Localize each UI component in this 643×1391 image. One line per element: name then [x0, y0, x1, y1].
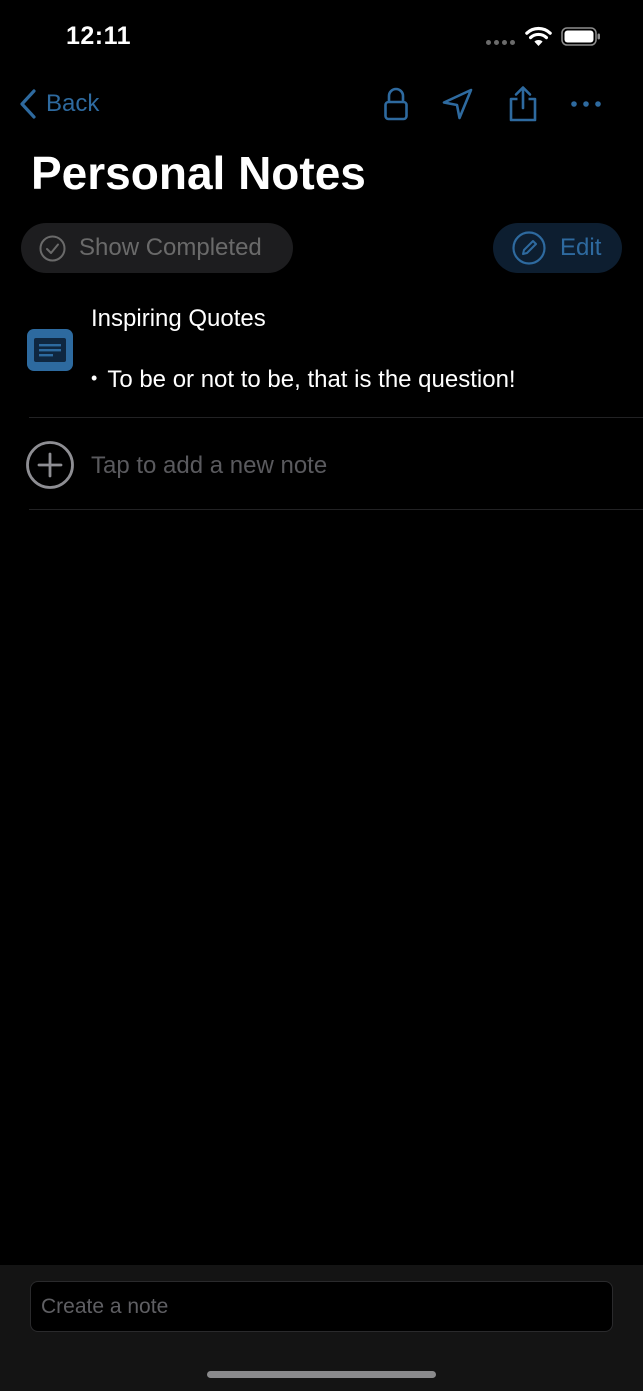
back-button[interactable]: Back: [18, 88, 99, 120]
wifi-icon: [525, 26, 552, 46]
show-completed-label: Show Completed: [79, 234, 262, 261]
plus-circle-icon: [26, 441, 74, 489]
edit-button[interactable]: Edit: [493, 223, 622, 273]
create-note-input[interactable]: [30, 1281, 613, 1332]
battery-icon: [561, 27, 600, 46]
checkmark-circle-icon: [39, 235, 66, 261]
note-preview: • To be or not to be, that is the questio…: [91, 366, 516, 394]
list-item[interactable]: Inspiring Quotes • To be or not to be, th…: [0, 292, 643, 418]
pencil-circle-icon: [512, 231, 546, 265]
status-time: 12:11: [66, 22, 132, 50]
edit-label: Edit: [560, 234, 602, 261]
show-completed-button[interactable]: Show Completed: [21, 223, 293, 273]
home-indicator: [207, 1371, 436, 1378]
add-note-label: Tap to add a new note: [91, 452, 328, 479]
cellular-signal-icon: [486, 40, 515, 45]
note-document-icon: [27, 329, 73, 371]
bullet-point: •: [91, 368, 98, 388]
more-icon[interactable]: [568, 84, 604, 124]
chevron-left-icon: [20, 89, 36, 119]
note-title: Inspiring Quotes: [91, 305, 266, 332]
share-icon[interactable]: [505, 84, 541, 124]
composer-bar: [0, 1265, 643, 1391]
note-preview-text: To be or not to be, that is the question…: [107, 366, 516, 393]
back-label: Back: [46, 90, 100, 117]
add-note-row[interactable]: Tap to add a new note: [0, 418, 643, 510]
notes-screen: 12:11 Back Personal Notes Show Completed…: [0, 0, 643, 1391]
page-title: Personal Notes: [31, 147, 366, 199]
divider: [29, 509, 643, 510]
lock-icon[interactable]: [378, 84, 414, 124]
location-arrow-icon[interactable]: [440, 84, 476, 124]
